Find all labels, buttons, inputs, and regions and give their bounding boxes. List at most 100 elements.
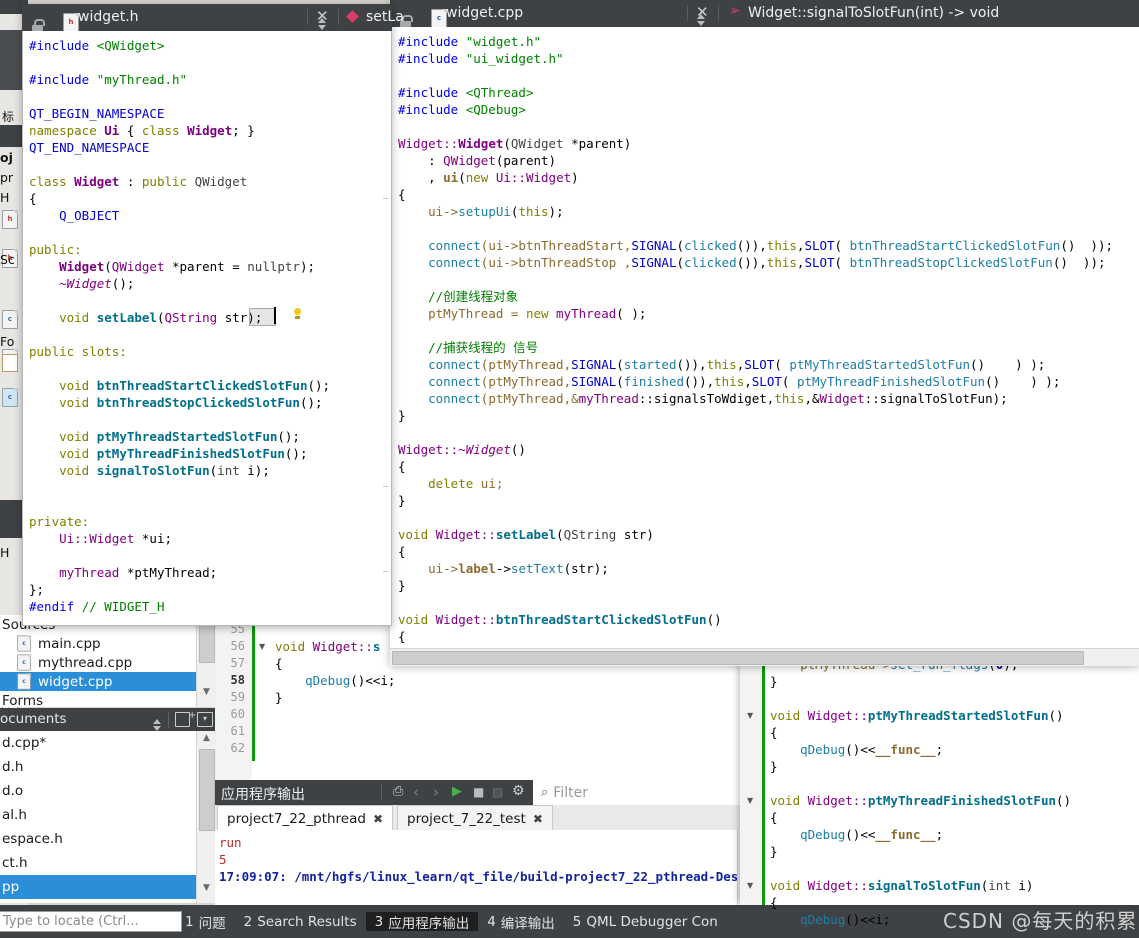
left-rail-fragment-5[interactable]: Fo [0,334,14,349]
open-documents-list[interactable]: d.cpp*d.hd.oal.hespace.hct.hpp [0,731,215,903]
run-icon[interactable]: ▶ [452,784,462,799]
widget-cpp-titlebar[interactable]: c widget.cpp ✕ ➢ Widget::signalToSlotFun… [390,0,1139,27]
code-token: ~Widget [458,442,511,457]
widget-h-symbol[interactable]: setLa [366,9,404,25]
output-tab[interactable]: project7_22_pthread✖ [217,805,393,831]
project-tree-scrollbar[interactable]: ▼ [196,615,216,707]
status-bar-item[interactable]: 2Search Results [235,912,366,931]
code-token: SLOT [804,255,834,270]
close-icon[interactable]: ✕ [316,9,329,24]
close-icon[interactable]: ✕ [696,5,709,20]
left-rail-fragment-3[interactable]: H [0,190,9,205]
left-rail-fragment-2[interactable]: pr [0,170,13,185]
scroll-thumb[interactable] [199,749,215,831]
output-filter[interactable]: ⌕ Filter [533,780,745,805]
scroll-down-button[interactable]: ▼ [197,883,216,893]
tree-file-item[interactable]: cmain.cpp [0,634,215,653]
close-icon[interactable]: ✖ [373,812,383,826]
code-token: ( [782,374,797,389]
code-token: ( [774,357,789,372]
next-icon[interactable]: › [433,783,439,801]
widget-h-window[interactable]: h widget.h ✕ setLa #include <QWidget> #i… [22,4,392,626]
code-token [770,912,800,927]
open-document-item[interactable]: d.cpp* [0,731,215,755]
left-rail-strip-b [0,125,22,147]
output-tabs[interactable]: project7_22_pthread✖project_7_22_test✖ [215,805,745,830]
widget-cpp-window[interactable]: c widget.cpp ✕ ➢ Widget::signalToSlotFun… [390,0,1139,665]
open-documents-header: ocuments + ▾ [0,708,215,731]
fold-toggle-icon[interactable]: ▼ [747,792,753,809]
unlocked-icon[interactable] [32,19,43,31]
dropdown-icon[interactable]: ▾ [197,712,213,727]
code-line: connect(ptMyThread,SIGNAL(finished()),th… [398,373,1138,390]
filter-placeholder: Filter [553,785,588,801]
scroll-down-button[interactable]: ▼ [197,687,216,697]
left-rail-fragment-1[interactable]: oj [0,150,13,165]
code-text: void Widget::ptMyThreadFinishedSlotFun() [770,792,1071,809]
code-line: ~Widget(); [29,275,387,292]
status-bar-items[interactable]: 1问题2Search Results3应用程序输出4编译输出5QML Debug… [176,912,727,931]
code-token: void [59,310,97,325]
status-bar-item[interactable]: 4编译输出 [478,912,564,931]
locator-input[interactable]: Type to locate (Ctrl... [0,911,182,932]
open-document-item[interactable]: d.o [0,779,215,803]
code-token: btnThreadStartClickedSlotFun [97,378,308,393]
widget-h-editor[interactable]: #include <QWidget> #include "myThread.h"… [22,31,392,626]
output-body: run517:09:07: /mnt/hgfs/linux_learn/qt_f… [215,830,745,905]
status-item-label: Search Results [257,914,356,930]
tree-file-item[interactable]: cwidget.cpp [0,672,215,691]
code-line: { [398,458,1138,475]
code-line [29,156,387,173]
lightbulb-icon[interactable] [293,308,302,321]
widget-cpp-editor[interactable]: #include "widget.h"#include "ui_widget.h… [390,27,1139,665]
code-token: } [398,408,406,423]
clear-icon[interactable]: ⎙ [393,784,403,799]
status-bar-item[interactable]: 5QML Debugger Con [564,912,727,931]
code-line: } [398,492,1138,509]
output-tab[interactable]: project_7_22_test✖ [397,805,553,831]
code-line: void signalToSlotFun(int i); [29,462,387,479]
attach-icon[interactable]: ▨ [492,785,503,799]
tree-file-item[interactable]: cmythread.cpp [0,653,215,672]
code-token: ; [936,742,944,757]
code-line: Ui::Widget *ui; [29,530,387,547]
code-token: QWidget [195,174,248,189]
updown-arrows-icon[interactable] [152,718,162,732]
open-document-item[interactable]: d.h [0,755,215,779]
open-document-item[interactable]: espace.h [0,827,215,851]
code-token: (ptMyThread, [481,357,571,372]
widget-cpp-hscrollbar[interactable] [390,648,1139,666]
code-token [29,446,59,461]
settings-gear-icon[interactable]: ⚙ [512,783,525,799]
status-bar-item[interactable]: 1问题 [176,912,235,931]
code-token: () [1056,793,1071,808]
project-tree[interactable]: Sourcescmain.cppcmythread.cppcwidget.cpp… [0,615,215,707]
stop-icon[interactable]: ■ [473,785,484,799]
cpp-file-icon: c [2,388,18,407]
left-rail-fragment-4[interactable]: Sc [0,252,15,267]
code-token [398,357,428,372]
fold-toggle-icon[interactable]: ▼ [259,638,265,655]
code-token: (); [285,446,308,461]
open-document-item[interactable]: pp [0,875,215,899]
left-rail-strip-c [0,500,22,538]
scroll-up-button[interactable]: ▲ [197,733,216,743]
scroll-thumb[interactable] [392,651,1084,665]
open-document-item[interactable]: al.h [0,803,215,827]
prev-icon[interactable]: ‹ [413,783,419,801]
code-token: connect [428,357,481,372]
divider [338,9,339,25]
fold-toggle-icon[interactable]: ▼ [747,707,753,724]
open-document-item[interactable]: ct.h [0,851,215,875]
code-token: QT_END_NAMESPACE [29,140,149,155]
code-token: i) [1011,878,1034,893]
left-rail-fragment-6[interactable]: H [0,545,9,560]
widget-cpp-symbol[interactable]: Widget::signalToSlotFun(int) -> void [748,5,999,21]
divider [307,9,308,25]
tree-group-item[interactable]: Forms [0,691,215,707]
fold-toggle-icon[interactable]: ▼ [747,877,753,894]
close-icon[interactable]: ✖ [533,812,543,826]
widget-h-titlebar[interactable]: h widget.h ✕ setLa [22,4,392,31]
open-documents-scrollbar[interactable]: ▲ ▼ [196,731,216,903]
status-bar-item[interactable]: 3应用程序输出 [366,912,479,931]
